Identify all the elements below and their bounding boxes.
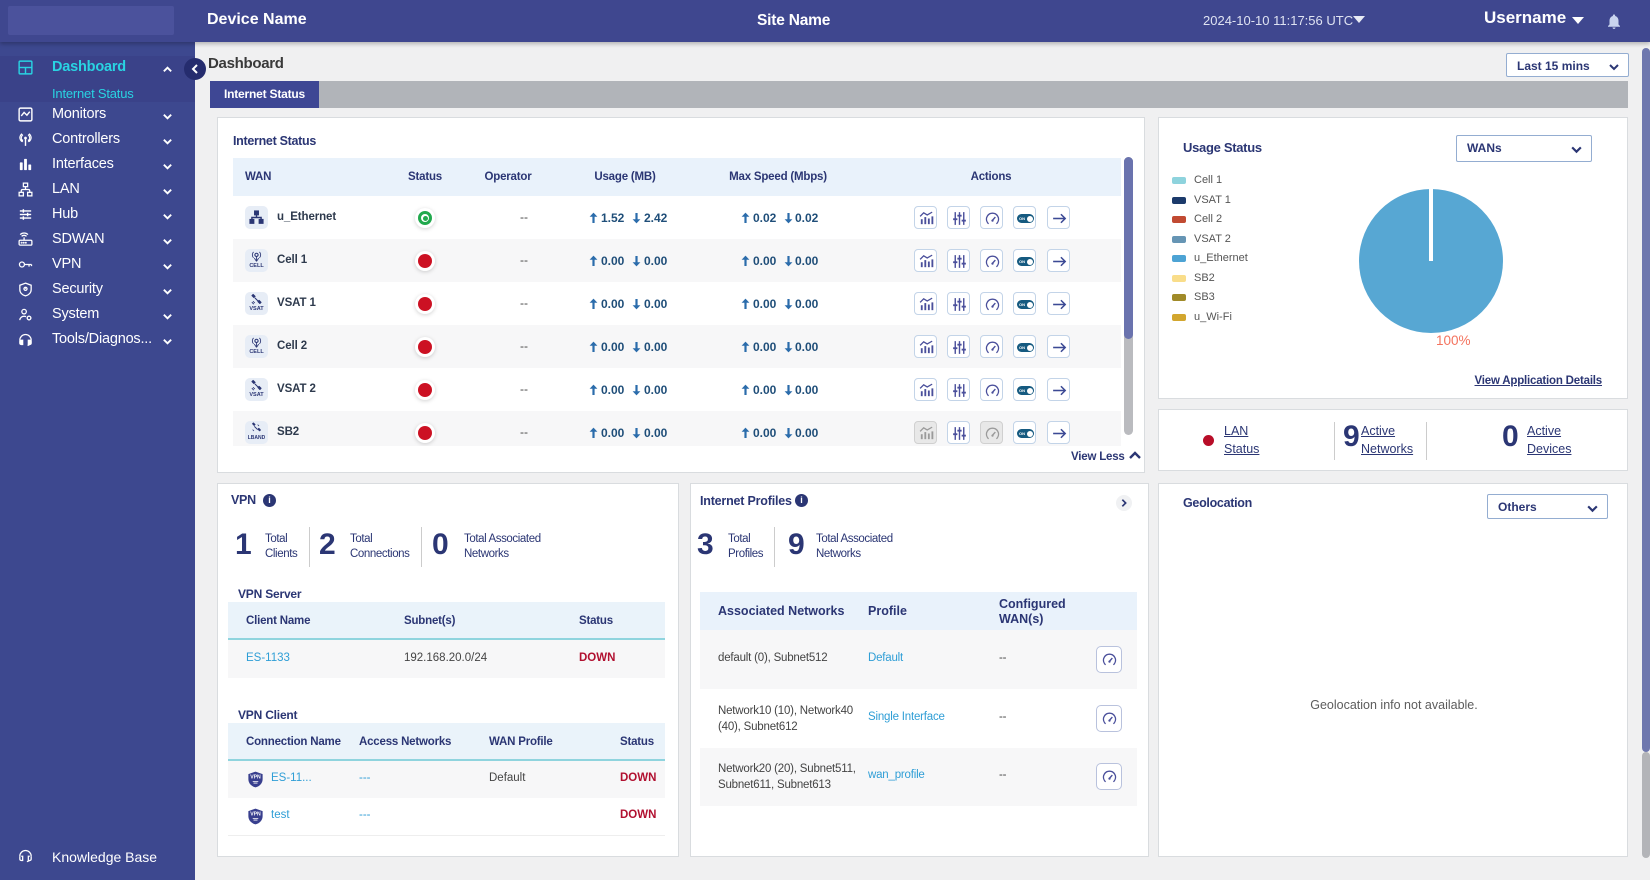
svg-text:VPN: VPN [250,775,261,781]
svg-text:VPN: VPN [250,812,261,818]
